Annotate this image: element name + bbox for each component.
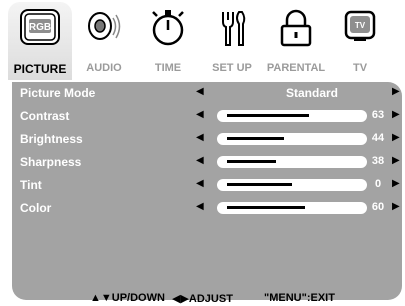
arrow-right-icon[interactable]: ▶ — [392, 86, 400, 97]
tab-parental[interactable]: PARENTAL — [264, 2, 328, 80]
tools-icon — [222, 11, 246, 46]
setting-label: Tint — [20, 178, 42, 192]
tab-picture[interactable]: RGB PICTURE — [8, 2, 72, 80]
arrow-left-icon[interactable]: ◀ — [196, 155, 204, 166]
setting-value: 0 — [374, 178, 382, 190]
svg-text:TV: TV — [355, 21, 366, 30]
slider-fill — [227, 114, 309, 117]
rgb-picture-icon: RGB — [20, 9, 60, 45]
setting-value: 63 — [371, 109, 385, 121]
tab-label: AUDIO — [86, 62, 122, 74]
arrow-right-icon[interactable]: ▶ — [392, 132, 400, 143]
settings-panel: Picture Mode ◀ Standard ▶ Contrast ◀ 63 … — [12, 82, 402, 305]
osd-menu: RGB PICTURE AUDIO TIME SET UP PARENTAL T… — [2, 2, 403, 305]
tab-set-up[interactable]: SET UP — [200, 2, 264, 80]
slider-track[interactable] — [217, 179, 367, 191]
setting-label: Sharpness — [20, 155, 82, 169]
slider-fill — [227, 206, 305, 209]
contrast-row[interactable]: Contrast ◀ 63 ▶ — [12, 107, 402, 127]
help-updown: ▲▼UP/DOWN — [90, 292, 165, 304]
setting-label: Picture Mode — [20, 86, 96, 100]
tab-label: SET UP — [212, 62, 252, 74]
tab-label: TIME — [154, 62, 182, 74]
arrow-left-icon[interactable]: ◀ — [196, 109, 204, 120]
arrow-left-icon[interactable]: ◀ — [196, 86, 204, 97]
menu-tabs: RGB PICTURE AUDIO TIME SET UP PARENTAL T… — [2, 2, 403, 82]
picture-mode-value: Standard — [285, 86, 338, 100]
slider-fill — [227, 160, 276, 163]
setting-value: 60 — [371, 201, 385, 213]
tab-label: TV — [352, 62, 368, 74]
stopwatch-icon — [152, 10, 184, 46]
setting-label: Brightness — [20, 132, 83, 146]
setting-label: Color — [20, 201, 52, 215]
setting-value: 44 — [371, 132, 385, 144]
help-adjust: ◀▶ADJUST — [172, 293, 233, 305]
slider-track[interactable] — [217, 110, 367, 122]
arrow-right-icon[interactable]: ▶ — [392, 178, 400, 189]
arrow-right-icon[interactable]: ▶ — [392, 155, 400, 166]
setting-value: 38 — [371, 155, 385, 167]
speaker-icon — [88, 12, 121, 40]
picture-mode-row[interactable]: Picture Mode ◀ Standard ▶ — [12, 84, 402, 104]
help-exit: "MENU":EXIT — [264, 292, 335, 304]
slider-track[interactable] — [217, 133, 367, 145]
tab-label: PICTURE — [13, 62, 67, 76]
tv-icon: TV — [344, 10, 376, 41]
slider-fill — [227, 183, 292, 186]
slider-track[interactable] — [217, 156, 367, 168]
slider-track[interactable] — [217, 202, 367, 214]
brightness-row[interactable]: Brightness ◀ 44 ▶ — [12, 130, 402, 150]
tab-label: PARENTAL — [266, 62, 326, 74]
tint-row[interactable]: Tint ◀ 0 ▶ — [12, 176, 402, 196]
color-row[interactable]: Color ◀ 60 ▶ — [12, 199, 402, 219]
arrow-left-icon[interactable]: ◀ — [196, 178, 204, 189]
arrow-left-icon[interactable]: ◀ — [196, 132, 204, 143]
arrow-right-icon[interactable]: ▶ — [392, 201, 400, 212]
tab-time[interactable]: TIME — [136, 2, 200, 80]
tab-tv[interactable]: TV TV — [328, 2, 392, 80]
sharpness-row[interactable]: Sharpness ◀ 38 ▶ — [12, 153, 402, 173]
setting-label: Contrast — [20, 109, 70, 123]
slider-fill — [227, 137, 284, 140]
padlock-icon — [280, 9, 312, 47]
arrow-left-icon[interactable]: ◀ — [196, 201, 204, 212]
svg-text:RGB: RGB — [29, 22, 51, 33]
tab-audio[interactable]: AUDIO — [72, 2, 136, 80]
arrow-right-icon[interactable]: ▶ — [392, 109, 400, 120]
